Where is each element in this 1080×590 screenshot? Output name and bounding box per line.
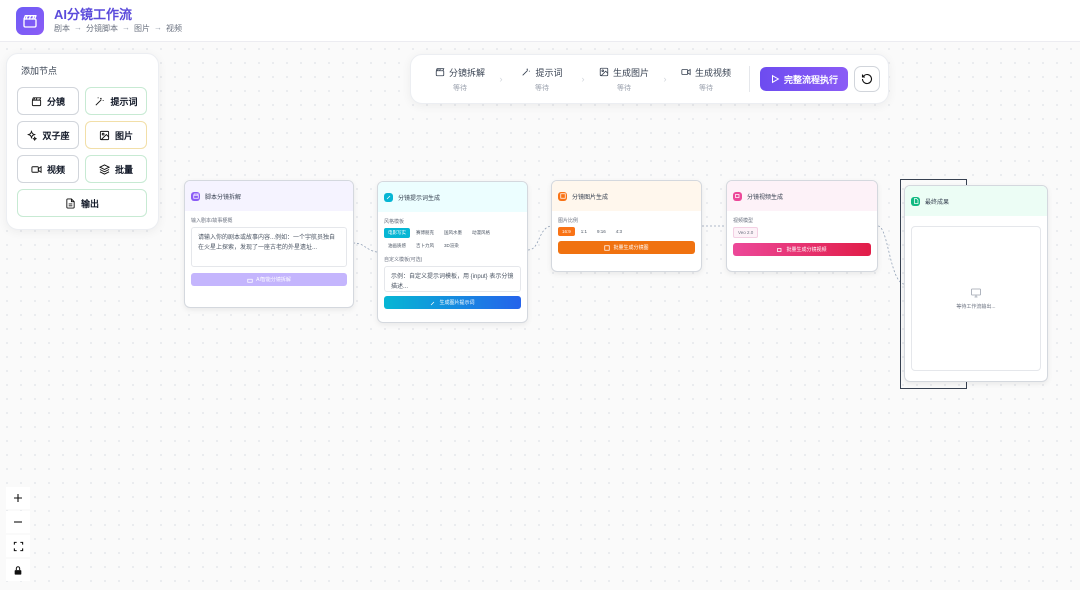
ratio-options: 16:9 1:1 9:16 4:3: [558, 227, 695, 236]
node-header: 分镜提示词生成: [378, 182, 527, 212]
lock-icon: [14, 565, 22, 575]
ratio-chip[interactable]: 9:16: [593, 227, 610, 236]
node-header: 脚本分镜拆解: [185, 181, 353, 211]
node-title: 分镜图片生成: [572, 194, 609, 201]
batch-generate-image-button[interactable]: 批量生成分镜图: [558, 241, 695, 254]
model-select[interactable]: Veo 2.0: [733, 227, 759, 238]
ratio-chip[interactable]: 4:3: [611, 227, 627, 236]
button-label: 批量生成分镜视频: [786, 247, 827, 253]
style-chip[interactable]: 吉卜力风: [412, 241, 438, 251]
image-icon: [604, 244, 611, 251]
style-chip[interactable]: 油画质感: [384, 241, 410, 251]
custom-template-label: 自定义模板(可选): [384, 257, 423, 263]
node-title: 分镜提示词生成: [398, 195, 441, 202]
video-icon: [777, 247, 782, 252]
node-title: 脚本分镜拆解: [205, 194, 242, 201]
video-icon: [733, 191, 742, 201]
ratio-label: 图片比例: [558, 218, 579, 224]
style-chip[interactable]: 3D渲染: [440, 241, 463, 251]
final-output-node[interactable]: 最终成果 等待工作流输出...: [904, 185, 1048, 382]
style-chip[interactable]: 动漫风格: [468, 228, 494, 238]
batch-generate-video-button[interactable]: 批量生成分镜视频: [733, 243, 871, 256]
style-chip[interactable]: 赛博朋克: [412, 228, 438, 238]
style-chip[interactable]: 电影写实: [384, 228, 410, 238]
video-generation-node[interactable]: 分镜视频生成 视频模型 Veo 2.0 批量生成分镜视频: [726, 180, 878, 272]
fit-view-icon: [13, 541, 23, 551]
style-options: 电影写实 赛博朋克 国风水墨 动漫风格 油画质感 吉卜力风 3D渲染: [384, 228, 521, 251]
node-header: 分镜视频生成: [727, 181, 877, 211]
node-header: 分镜图片生成: [552, 181, 701, 211]
zoom-out-button[interactable]: [6, 511, 30, 533]
output-empty-text: 等待工作流输出...: [956, 304, 996, 310]
image-generation-node[interactable]: 分镜图片生成 图片比例 16:9 1:1 9:16 4:3 批量生成分镜图: [551, 180, 702, 272]
model-label: 视频模型: [733, 218, 754, 224]
prompt-generation-node[interactable]: 分镜提示词生成 风格模板 电影写实 赛博朋克 国风水墨 动漫风格 油画质感 吉卜…: [377, 181, 528, 323]
node-title: 最终成果: [925, 199, 950, 206]
clapperboard-icon: [247, 278, 253, 283]
zoom-out-icon: [14, 521, 22, 523]
script-input-label: 输入剧本/故事梗概: [191, 218, 233, 224]
style-label: 风格模板: [384, 219, 405, 225]
script-storyboard-node[interactable]: 脚本分镜拆解 输入剧本/故事梗概 请输入你的剧本或故事内容...例如：一个宇航员…: [184, 180, 354, 308]
style-chip[interactable]: 国风水墨: [440, 228, 466, 238]
button-label: 批量生成分镜图: [613, 245, 649, 251]
custom-template-textarea[interactable]: 示例：自定义提示词模板，用 {input} 表示分镜描述...: [384, 266, 521, 292]
edge-script-prompt: [352, 242, 378, 253]
ratio-chip[interactable]: 1:1: [576, 227, 592, 236]
ai-storyboard-button[interactable]: AI智能分镜拆解: [191, 273, 347, 286]
ratio-chip[interactable]: 16:9: [558, 227, 575, 236]
magic-wand-icon: [384, 192, 393, 202]
script-textarea[interactable]: 请输入你的剧本或故事内容...例如：一个宇航员独自在火星上探索，发现了一座古老的…: [191, 227, 347, 267]
clapperboard-icon: [191, 191, 200, 201]
lock-button[interactable]: [6, 559, 30, 581]
image-icon: [558, 191, 567, 201]
button-label: AI智能分镜拆解: [256, 277, 291, 283]
zoom-in-button[interactable]: [6, 487, 30, 509]
node-title: 分镜视频生成: [747, 194, 784, 201]
fit-view-button[interactable]: [6, 535, 30, 557]
node-header: 最终成果: [905, 186, 1047, 216]
output-placeholder: 等待工作流输出...: [911, 226, 1041, 371]
edge-prompt-image: [527, 225, 552, 251]
monitor-icon: [971, 288, 981, 298]
generate-prompt-button[interactable]: 生成图片提示词: [384, 296, 521, 309]
magic-wand-icon: [431, 301, 435, 305]
button-label: 生成图片提示词: [439, 300, 475, 306]
file-icon: [911, 196, 920, 206]
zoom-in-icon: [14, 494, 22, 502]
